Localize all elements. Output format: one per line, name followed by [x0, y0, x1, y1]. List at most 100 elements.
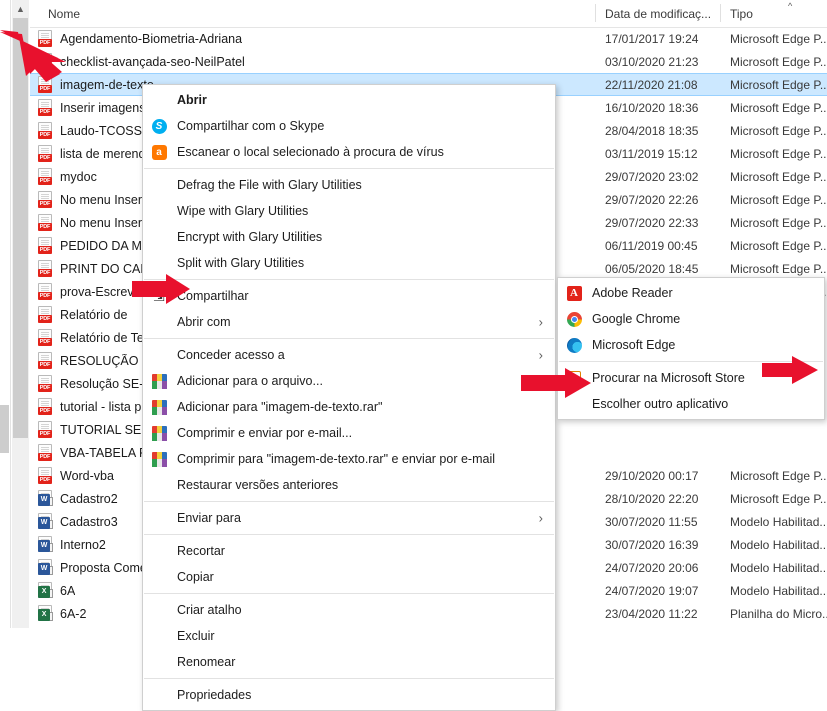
context-menu-item[interactable]: Comprimir para "imagem-de-texto.rar" e e… [143, 446, 555, 472]
file-name-cell: PDFchecklist-avançada-seo-NeilPatel [38, 53, 598, 70]
context-menu-item-label: Defrag the File with Glary Utilities [177, 178, 362, 192]
file-name-label: Word-vba [60, 468, 114, 483]
file-name-label: No menu Inserir [60, 192, 149, 207]
column-header-name[interactable]: Nome [48, 7, 80, 21]
context-menu-item[interactable]: a Escanear o local selecionado à procura … [143, 139, 555, 165]
file-name-label: Cadastro2 [60, 491, 118, 506]
file-name-label: Interno2 [60, 537, 106, 552]
context-menu-item[interactable]: S Compartilhar com o Skype [143, 113, 555, 139]
file-name-label: Resolução SE-5 [60, 376, 151, 391]
menu-item-icon-placeholder [149, 628, 169, 644]
winrar-icon [151, 373, 167, 389]
pdf-file-icon: PDF [38, 260, 53, 277]
file-type-badge: W [38, 563, 50, 575]
file-type-cell: Microsoft Edge P... [730, 169, 827, 184]
open-with-menu-item-label: Google Chrome [592, 312, 681, 326]
file-name-label: 6A [60, 583, 76, 598]
menu-item-icon-placeholder [149, 347, 169, 363]
file-type-cell: Microsoft Edge P... [730, 100, 827, 115]
file-type-badge: PDF [38, 131, 52, 139]
file-date-cell: 24/07/2020 20:06 [605, 560, 699, 575]
file-type-badge: PDF [38, 407, 52, 415]
context-menu[interactable]: Abrir S Compartilhar com o Skype a Escanear … [142, 84, 556, 711]
pdf-file-icon: PDF [38, 375, 53, 392]
file-name-label: No menu Inserir [60, 215, 149, 230]
file-date-cell: 28/10/2020 22:20 [605, 491, 699, 506]
file-date-cell: 30/07/2020 11:55 [605, 514, 698, 529]
file-row[interactable]: PDF Agendamento-Biometria-Adriana 17/01/20… [30, 27, 827, 50]
context-menu-item-label: Abrir [177, 93, 207, 107]
context-menu-item[interactable]: Adicionar para o arquivo... [143, 368, 555, 394]
menu-separator [144, 534, 554, 535]
file-name-label: tutorial - lista p [60, 399, 142, 414]
file-list-scrollbar[interactable]: ▲ [12, 0, 29, 628]
file-name-label: 6A-2 [60, 606, 87, 621]
avast-icon: a [151, 144, 167, 160]
pdf-file-icon: PDF [38, 352, 53, 369]
file-date-cell: 29/07/2020 23:02 [605, 169, 699, 184]
menu-item-icon-placeholder [149, 255, 169, 271]
context-menu-item-label: Abrir com [177, 315, 231, 329]
column-divider-date-type[interactable] [720, 4, 721, 22]
pdf-file-icon: PDF [38, 99, 53, 116]
file-date-cell: 23/04/2020 11:22 [605, 606, 698, 621]
file-row[interactable]: PDFchecklist-avançada-seo-NeilPatel 03/10… [30, 50, 827, 73]
open-with-menu-item[interactable]: A Adobe Reader [558, 280, 824, 306]
column-header-type[interactable]: Tipo [730, 7, 753, 21]
context-menu-item[interactable]: Wipe with Glary Utilities [143, 198, 555, 224]
context-menu-item[interactable]: Recortar [143, 538, 555, 564]
file-type-badge: PDF [38, 177, 52, 185]
menu-separator [144, 338, 554, 339]
file-name-label: Relatório de [60, 307, 128, 322]
pdf-file-icon: PDF [38, 283, 53, 300]
column-divider-name-date[interactable] [595, 4, 596, 22]
context-menu-item-label: Comprimir para "imagem-de-texto.rar" e e… [177, 452, 495, 466]
pdf-file-icon: PDF [38, 214, 53, 231]
file-date-cell: 03/10/2020 21:23 [605, 54, 699, 69]
file-name-label: Proposta Come [60, 560, 147, 575]
context-menu-item[interactable]: Copiar [143, 564, 555, 590]
file-date-cell: 30/07/2020 16:39 [605, 537, 699, 552]
annotation-arrow-right-edge [762, 356, 818, 384]
word-file-icon: W [38, 513, 53, 530]
context-menu-item[interactable]: Criar atalho [143, 597, 555, 623]
pdf-file-icon: PDF [38, 444, 53, 461]
scroll-up-arrow-icon[interactable]: ▲ [12, 0, 29, 17]
pdf-file-icon: PDF [38, 145, 53, 162]
context-menu-item[interactable]: Encrypt with Glary Utilities [143, 224, 555, 250]
file-type-cell: Modelo Habilitad... [730, 583, 827, 598]
file-type-cell: Microsoft Edge P... [730, 123, 827, 138]
excel-file-icon: X [38, 605, 53, 622]
open-with-menu-item[interactable]: Google Chrome [558, 306, 824, 332]
file-type-cell: Microsoft Edge P... [730, 215, 827, 230]
excel-file-icon: X [38, 582, 53, 599]
context-menu-item[interactable]: Conceder acesso a › [143, 342, 555, 368]
word-file-icon: W [38, 490, 53, 507]
file-name-label: Laudo-TCOSSO [60, 123, 152, 138]
context-menu-item-label: Compartilhar [177, 289, 249, 303]
menu-item-icon-placeholder [149, 177, 169, 193]
navigation-pane-scrollbar-thumb[interactable] [0, 405, 9, 453]
word-file-icon: W [38, 559, 53, 576]
context-menu-item[interactable]: Abrir com › [143, 309, 555, 335]
open-with-menu-item-label: Adobe Reader [592, 286, 673, 300]
menu-item-icon-placeholder [149, 229, 169, 245]
menu-item-icon-placeholder [149, 92, 169, 108]
context-menu-item-label: Adicionar para o arquivo... [177, 374, 323, 388]
context-menu-item[interactable]: Propriedades [143, 682, 555, 708]
pdf-file-icon: PDF [38, 306, 53, 323]
context-menu-item[interactable]: Excluir [143, 623, 555, 649]
context-menu-item[interactable]: Defrag the File with Glary Utilities [143, 172, 555, 198]
pdf-file-icon: PDF [38, 122, 53, 139]
context-menu-item[interactable]: Abrir [143, 87, 555, 113]
context-menu-item[interactable]: Enviar para › [143, 505, 555, 531]
file-name-label: Cadastro3 [60, 514, 118, 529]
pdf-file-icon: PDF [38, 329, 53, 346]
file-name-label: VBA-TABELA FI [60, 445, 151, 460]
context-menu-item[interactable]: Adicionar para "imagem-de-texto.rar" [143, 394, 555, 420]
context-menu-item[interactable]: Comprimir e enviar por e-mail... [143, 420, 555, 446]
context-menu-item[interactable]: Renomear [143, 649, 555, 675]
column-header-date[interactable]: Data de modificaç... [605, 7, 711, 21]
menu-item-icon-wrap [149, 373, 169, 389]
context-menu-item[interactable]: Restaurar versões anteriores [143, 472, 555, 498]
